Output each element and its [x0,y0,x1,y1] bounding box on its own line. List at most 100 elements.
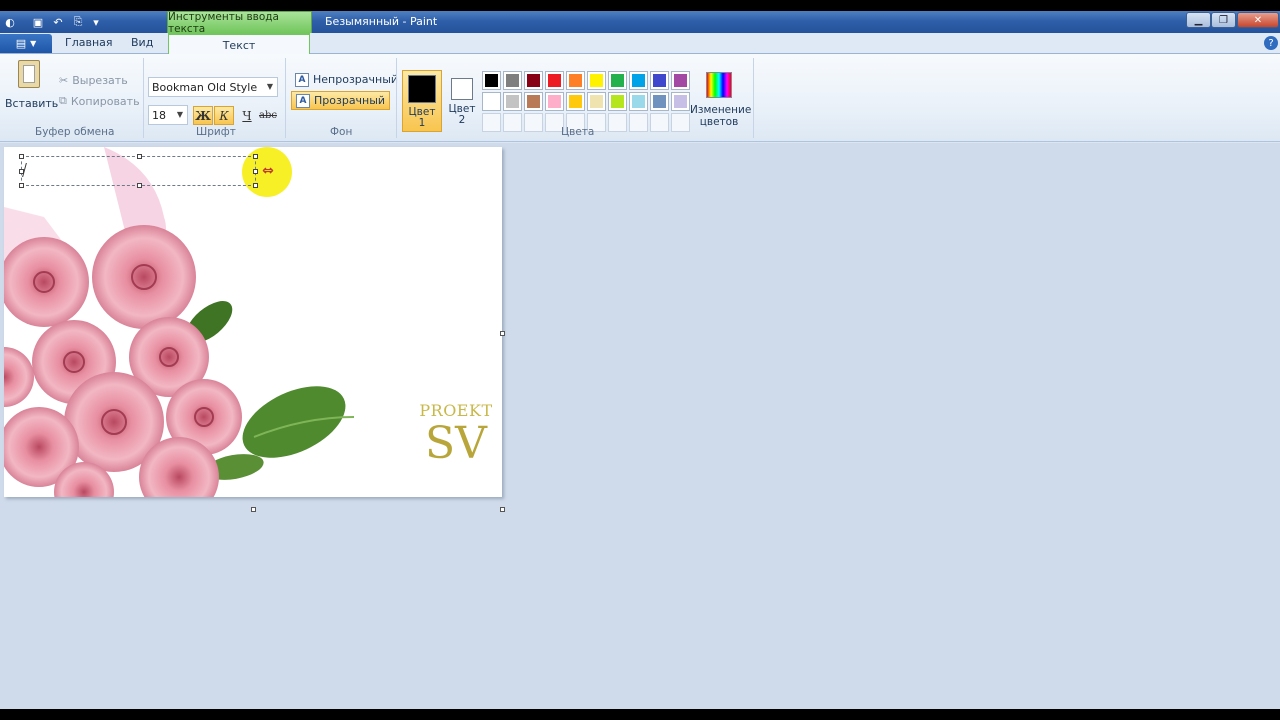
palette-color-swatch[interactable] [629,71,648,90]
undo-icon[interactable]: ↶ [50,14,66,30]
separator [285,58,286,138]
palette-color-swatch[interactable] [608,92,627,111]
background-group-label: Фон [330,126,353,138]
edit-colors-label: Изменение цветов [690,104,752,128]
paint-menu-button[interactable]: ▤ ▼ [0,34,52,53]
paste-button[interactable]: Вставить [5,58,58,122]
chevron-down-icon: ▼ [30,39,37,48]
paint-app-icon[interactable]: ◐ [2,14,18,30]
palette-color-swatch[interactable] [587,71,606,90]
tab-home[interactable]: Главная [65,36,113,49]
palette-color-swatch[interactable] [587,92,606,111]
palette-color-swatch[interactable] [629,92,648,111]
canvas-resize-handle[interactable] [251,507,256,512]
chevron-down-icon: ▼ [176,110,183,119]
palette-color-swatch[interactable] [503,71,522,90]
palette-color-swatch[interactable] [566,71,585,90]
canvas-area[interactable]: PROEKT SV ⇔ [0,143,1280,709]
save-icon[interactable]: ▣ [30,14,46,30]
swatch-fill [548,95,561,108]
swatch-fill [485,95,498,108]
palette-color-swatch[interactable] [608,71,627,90]
color-spectrum-icon [706,72,732,98]
canvas-resize-handle[interactable] [500,331,505,336]
font-family-select[interactable]: Bookman Old Style ▼ [148,77,278,97]
font-size-select[interactable]: 18 ▼ [148,105,188,125]
swatch-fill [506,74,519,87]
palette-color-swatch[interactable] [671,92,690,111]
swatch-fill [611,74,624,87]
swatch-fill [527,95,540,108]
palette-color-swatch[interactable] [545,92,564,111]
palette-color-swatch[interactable] [566,92,585,111]
redo-icon[interactable]: ⎘ [70,14,86,30]
help-icon[interactable]: ? [1264,36,1278,50]
customize-quick-access-icon[interactable]: ▾ [88,14,104,30]
tab-view[interactable]: Вид [131,36,153,49]
paste-label: Вставить [5,97,59,110]
scissors-icon: ✂ [59,74,69,87]
transparent-icon: A [296,93,310,108]
logo-mark: SV [425,418,487,469]
swatch-fill [590,95,603,108]
bold-button[interactable]: Ж [193,106,213,125]
maximize-button[interactable]: ❐ [1211,12,1236,28]
color1-swatch [408,75,436,103]
minimize-button[interactable]: ▁ [1186,12,1211,28]
strikethrough-button[interactable]: abc [258,106,278,125]
color1-label: Цвет 1 [408,106,436,129]
drawing-canvas[interactable]: PROEKT SV ⇔ [4,147,502,497]
swatch-fill [611,95,624,108]
swatch-fill [674,74,687,87]
transparent-background-button[interactable]: A Прозрачный [291,91,391,110]
palette-color-swatch[interactable] [482,71,501,90]
text-input-box[interactable] [19,154,258,188]
resize-handle[interactable] [137,183,142,188]
transparent-label: Прозрачный [314,94,386,107]
palette-color-swatch[interactable] [545,71,564,90]
italic-button[interactable]: К [214,106,234,125]
color1-button[interactable]: Цвет 1 [402,70,442,132]
opaque-label: Непрозрачный [313,73,399,86]
opaque-background-button[interactable]: A Непрозрачный [291,70,402,89]
tab-text[interactable]: Текст [168,33,310,55]
separator [753,58,754,138]
custom-color-slot[interactable] [629,113,648,132]
custom-color-slot[interactable] [671,113,690,132]
swatch-fill [632,95,645,108]
separator [143,58,144,138]
custom-color-slot[interactable] [503,113,522,132]
resize-handle[interactable] [137,154,142,159]
clipboard-icon [18,60,40,88]
custom-color-slot[interactable] [608,113,627,132]
canvas-resize-handle[interactable] [500,507,505,512]
copy-button[interactable]: ⧉ Копировать [59,94,140,108]
resize-handle[interactable] [19,183,24,188]
color-palette [482,71,690,132]
palette-color-swatch[interactable] [650,71,669,90]
colors-group-label: Цвета [561,126,595,138]
palette-color-swatch[interactable] [671,71,690,90]
cut-button[interactable]: ✂ Вырезать [59,74,128,87]
resize-handle[interactable] [19,154,24,159]
palette-color-swatch[interactable] [524,71,543,90]
custom-color-slot[interactable] [482,113,501,132]
edit-colors-button[interactable]: Изменение цветов [690,72,752,128]
custom-color-slot[interactable] [524,113,543,132]
color2-button[interactable]: Цвет 2 [442,74,482,136]
separator [396,58,397,138]
ribbon-tab-row: ▤ ▼ Главная Вид Текст ? [0,33,1280,55]
palette-color-swatch[interactable] [650,92,669,111]
clipboard-group-label: Буфер обмена [35,126,115,138]
swatch-fill [569,74,582,87]
underline-button[interactable]: Ч [237,106,257,125]
color2-swatch [451,78,473,100]
palette-color-swatch[interactable] [482,92,501,111]
close-button[interactable]: ✕ [1237,12,1279,28]
window-title: Безымянный - Paint [325,15,438,28]
resize-handle[interactable] [253,154,258,159]
resize-handle[interactable] [253,183,258,188]
palette-color-swatch[interactable] [503,92,522,111]
custom-color-slot[interactable] [650,113,669,132]
palette-color-swatch[interactable] [524,92,543,111]
